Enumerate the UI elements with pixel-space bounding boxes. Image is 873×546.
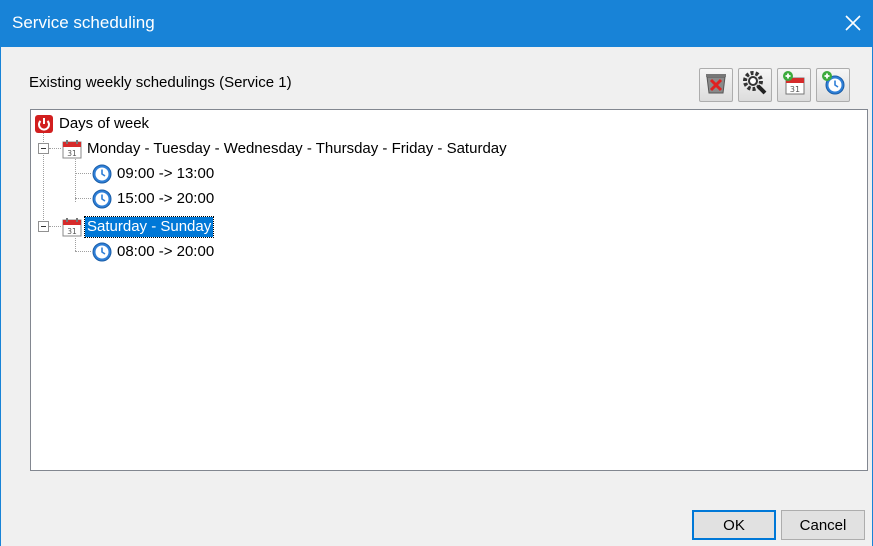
collapse-toggle[interactable]: [38, 143, 49, 154]
tree-time-label: 15:00 -> 20:00: [117, 190, 215, 207]
tree-connector: [75, 198, 91, 199]
settings-button[interactable]: [738, 68, 772, 102]
collapse-toggle[interactable]: [38, 221, 49, 232]
clock-icon: [92, 164, 112, 184]
add-day-button[interactable]: 31: [777, 68, 811, 102]
tree-time-item[interactable]: 15:00 -> 20:00: [92, 188, 216, 210]
cancel-button[interactable]: Cancel: [781, 510, 865, 540]
window-title: Service scheduling: [12, 13, 155, 32]
tree-time-label: 08:00 -> 20:00: [117, 243, 215, 260]
clock-icon: [92, 242, 112, 262]
tree-time-label: 09:00 -> 13:00: [117, 165, 215, 182]
tree-connector: [75, 159, 76, 202]
svg-text:31: 31: [67, 227, 77, 236]
delete-icon: [703, 70, 729, 100]
delete-button[interactable]: [699, 68, 733, 102]
power-icon: [34, 114, 54, 134]
add-clock-icon: [820, 70, 846, 100]
tree-connector: [75, 238, 76, 251]
clock-icon: [92, 189, 112, 209]
tree-group-label-selected: Saturday - Sunday: [83, 216, 215, 238]
schedule-tree[interactable]: Days of week 31 Monday - Tuesday - Wedne…: [30, 109, 868, 471]
tree-connector: [75, 173, 91, 174]
svg-text:31: 31: [790, 85, 800, 94]
toolbar: 31: [699, 68, 850, 102]
close-icon[interactable]: [836, 6, 870, 40]
schedulings-heading: Existing weekly schedulings (Service 1): [29, 74, 292, 91]
calendar-icon: 31: [62, 217, 82, 237]
add-calendar-icon: 31: [781, 70, 807, 100]
ok-button[interactable]: OK: [692, 510, 776, 540]
title-bar: Service scheduling: [1, 0, 873, 47]
add-time-button[interactable]: [816, 68, 850, 102]
tree-connector: [49, 226, 61, 227]
tree-group-weekdays[interactable]: 31 Monday - Tuesday - Wednesday - Thursd…: [62, 138, 509, 160]
tree-root-label: Days of week: [59, 115, 150, 132]
tree-group-label: Monday - Tuesday - Wednesday - Thursday …: [87, 140, 507, 157]
tree-root[interactable]: Days of week: [34, 113, 151, 135]
tree-connector: [49, 148, 61, 149]
tree-time-item[interactable]: 09:00 -> 13:00: [92, 163, 216, 185]
dialog-window: Service scheduling Existing weekly sched…: [0, 0, 873, 546]
svg-text:31: 31: [67, 149, 77, 158]
tree-time-item[interactable]: 08:00 -> 20:00: [92, 241, 216, 263]
calendar-icon: 31: [62, 139, 82, 159]
gear-search-icon: [742, 70, 768, 100]
tree-group-weekend[interactable]: 31 Saturday - Sunday: [62, 216, 215, 238]
tree-connector: [75, 251, 91, 252]
